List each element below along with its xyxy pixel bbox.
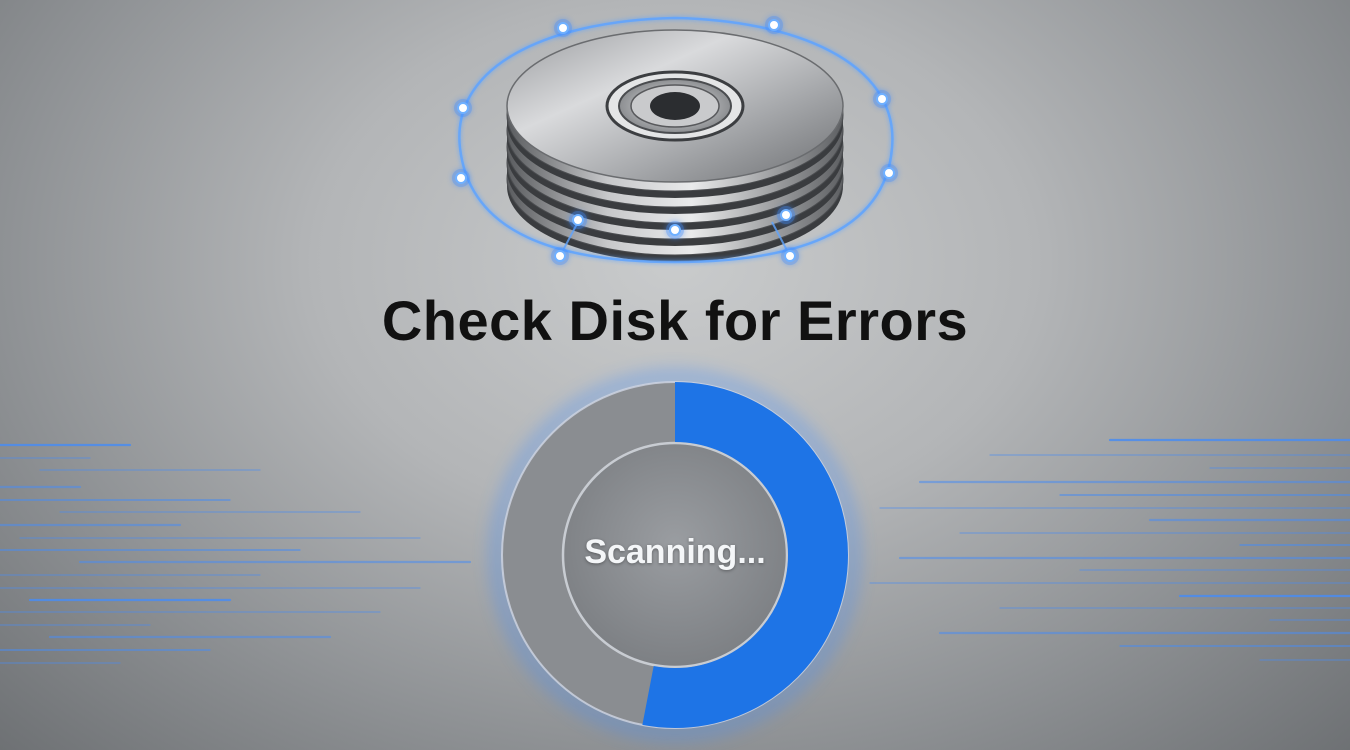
scan-status-label: Scanning... xyxy=(584,533,766,571)
check-disk-screen: Check Disk for Errors Scanning... xyxy=(0,0,1350,750)
scan-progress-ring xyxy=(492,372,858,738)
